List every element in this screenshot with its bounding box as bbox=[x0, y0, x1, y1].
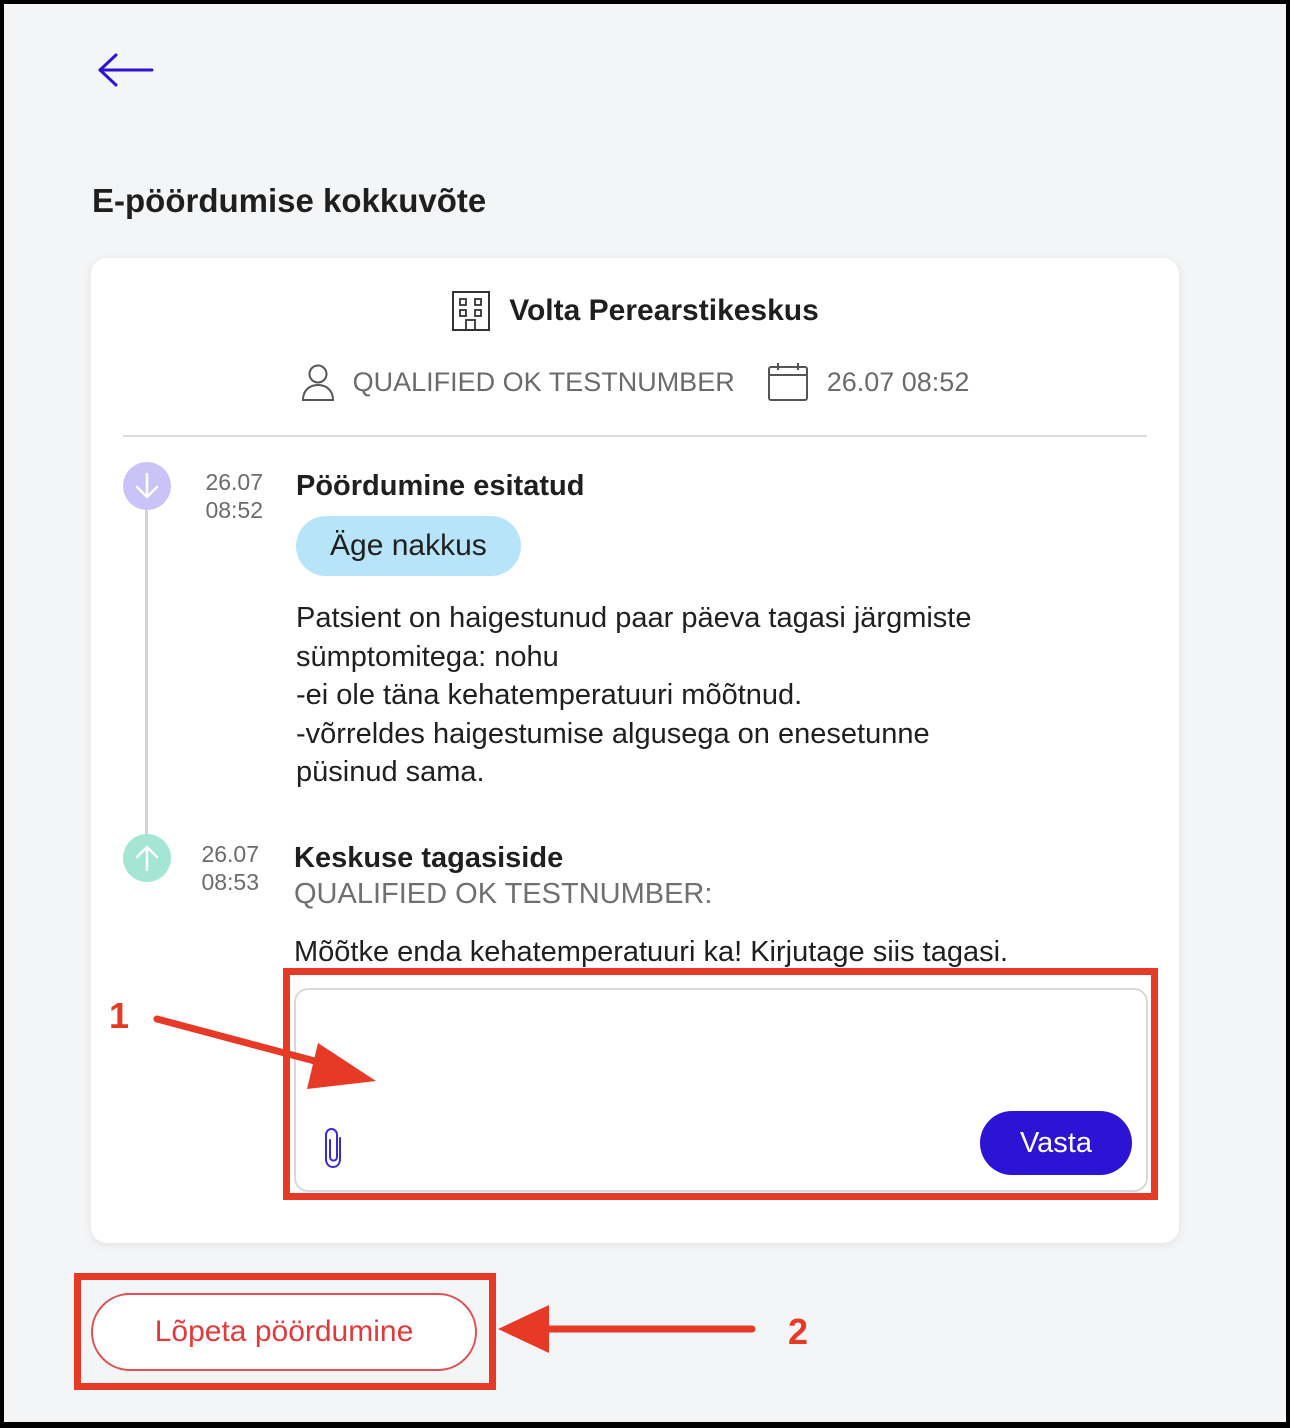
request-datetime: 26.07 08:52 bbox=[826, 366, 970, 397]
event-title: Keskuse tagasiside bbox=[294, 842, 564, 874]
reply-message: Mõõtke enda kehatemperatuuri ka! Kirjuta… bbox=[294, 936, 1009, 968]
page-title: E-pöördumise kokkuvõte bbox=[92, 182, 487, 219]
request-message: Patsient on haigestunud paar päeva tagas… bbox=[296, 602, 972, 788]
event-time: 08:52 bbox=[205, 497, 263, 523]
event-time: 08:53 bbox=[201, 869, 259, 895]
annotation-number-1: 1 bbox=[109, 995, 130, 1036]
back-button[interactable] bbox=[96, 52, 156, 88]
event-date: 26.07 bbox=[205, 469, 263, 495]
event-timestamp: 26.07 08:52 bbox=[183, 468, 263, 524]
request-meta: QUALIFIED OK TESTNUMBER 26.07 08:52 bbox=[91, 362, 1179, 402]
calendar-icon bbox=[767, 363, 808, 401]
reply-sender: QUALIFIED OK TESTNUMBER: bbox=[294, 878, 713, 910]
arrow-down-icon bbox=[123, 462, 171, 510]
event-timestamp: 26.07 08:53 bbox=[179, 840, 259, 896]
arrow-up-icon bbox=[123, 834, 171, 882]
event-title: Pöördumine esitatud bbox=[296, 470, 585, 502]
clinic-header: Volta Perearstikeskus bbox=[91, 290, 1179, 332]
divider bbox=[123, 435, 1147, 437]
date-info: 26.07 08:52 bbox=[767, 362, 970, 402]
person-icon bbox=[301, 364, 334, 401]
highlight-box-end bbox=[74, 1273, 496, 1390]
category-tag: Äge nakkus bbox=[296, 516, 521, 576]
arrow-left-icon bbox=[98, 53, 154, 87]
clinic-name: Volta Perearstikeskus bbox=[509, 294, 819, 327]
highlight-box-reply bbox=[283, 968, 1158, 1200]
patient-info: QUALIFIED OK TESTNUMBER bbox=[301, 363, 735, 401]
annotation-arrow-2 bbox=[498, 1305, 756, 1353]
annotation-number-2: 2 bbox=[788, 1311, 809, 1352]
event-date: 26.07 bbox=[201, 841, 259, 867]
building-icon bbox=[452, 291, 491, 331]
patient-name: QUALIFIED OK TESTNUMBER bbox=[352, 366, 735, 397]
timeline-line bbox=[145, 484, 148, 846]
app-frame: E-pöördumise kokkuvõte Volta Perearstike… bbox=[4, 4, 1286, 1422]
